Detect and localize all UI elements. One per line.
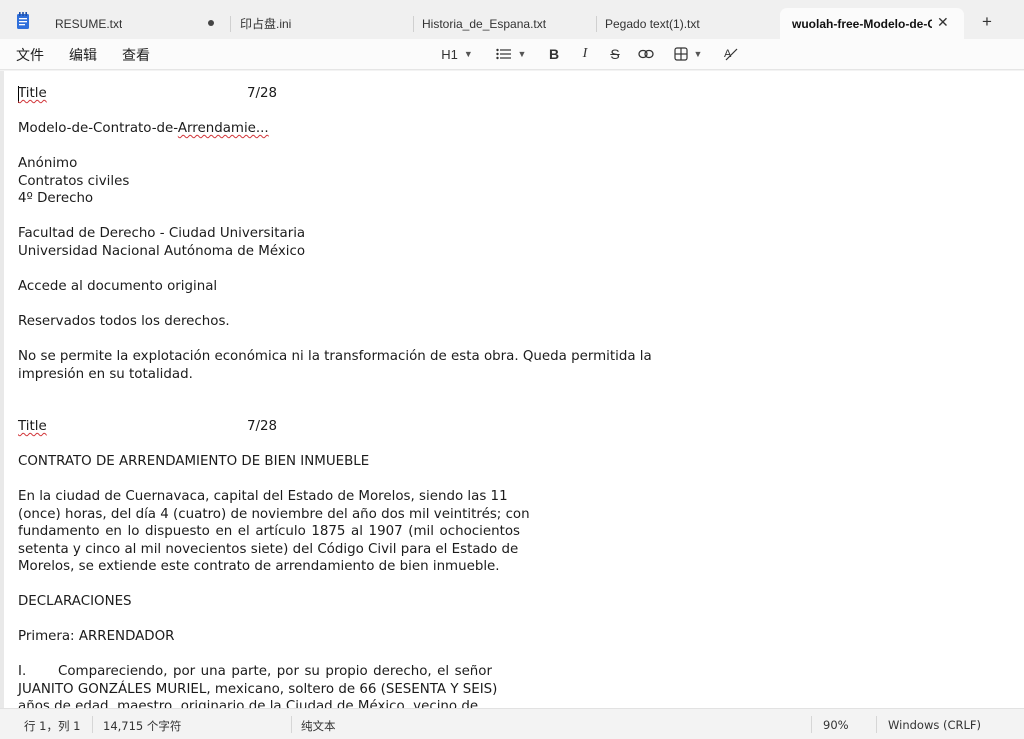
doc-line: Compareciendo, por una parte, por su pro…	[58, 664, 492, 679]
doc-line: DECLARACIONES	[18, 594, 132, 609]
list-dropdown[interactable]: ▼	[492, 43, 530, 65]
tab-label: 印占盘.ini	[240, 17, 292, 31]
doc-line: Facultad de Derecho - Ciudad Universitar…	[18, 226, 306, 241]
menu-edit[interactable]: 编辑	[69, 45, 97, 65]
menu-view[interactable]: 查看	[122, 45, 150, 65]
doc-line: En la ciudad de Cuernavaca, capital del …	[18, 489, 508, 504]
doc-line: I.	[18, 664, 27, 679]
doc-line: (once) horas, del día 4 (cuatro) de novi…	[18, 507, 530, 522]
line-ending[interactable]: Windows (CRLF)	[888, 718, 981, 732]
doc-line: JUANITO GONZÁLES MURIEL, mexicano, solte…	[18, 682, 498, 697]
tab-label: wuolah-free-Modelo-de-C	[792, 16, 932, 31]
bold-button[interactable]: B	[544, 43, 564, 65]
new-tab-button[interactable]: +	[976, 11, 998, 33]
zoom-level[interactable]: 90%	[823, 718, 849, 732]
tab-strip: RESUME.txt 印占盘.ini Historia_de_Espana.tx…	[0, 0, 1024, 39]
doc-line: Morelos, se extiende este contrato de ar…	[18, 559, 500, 574]
spellcheck-word: Title	[18, 419, 47, 434]
link-button[interactable]	[636, 43, 656, 65]
doc-line: Title	[18, 86, 47, 101]
doc-line: Title	[18, 419, 47, 434]
doc-line: Universidad Nacional Autónoma de México	[18, 244, 306, 259]
status-bar: 行 1，列 1 14,715 个字符 纯文本 90% Windows (CRLF…	[0, 708, 1024, 739]
tab-resume[interactable]: RESUME.txt	[43, 8, 229, 39]
cursor-position[interactable]: 行 1，列 1	[24, 718, 80, 734]
strikethrough-button[interactable]: S	[605, 43, 625, 65]
doc-line: fundamento en lo dispuesto en el artícul…	[18, 524, 520, 539]
doc-line: No se permite la explotación económica n…	[18, 349, 652, 364]
doc-line: impresión en su totalidad.	[18, 367, 193, 382]
format-indicator[interactable]: 纯文本	[301, 718, 336, 734]
link-icon	[638, 49, 654, 59]
heading-dropdown[interactable]: H1 ▼	[437, 43, 477, 65]
tab-ini[interactable]: 印占盘.ini	[228, 8, 413, 39]
table-icon	[673, 47, 688, 61]
clear-formatting-icon: A	[724, 48, 738, 61]
chevron-down-icon: ▼	[693, 49, 703, 59]
doc-line: Contratos civiles	[18, 174, 130, 189]
status-divider	[876, 716, 877, 733]
menu-toolbar: 文件 编辑 查看 H1 ▼ ▼ B I S ▼ A	[0, 39, 1024, 70]
clear-format-button[interactable]: A	[720, 43, 742, 65]
italic-button[interactable]: I	[575, 43, 595, 65]
status-divider	[291, 716, 292, 733]
doc-line: Primera: ARRENDADOR	[18, 629, 175, 644]
spellcheck-word: Title	[18, 86, 47, 101]
doc-line: años de edad, maestro, originario de la …	[18, 699, 479, 708]
list-icon	[495, 48, 511, 60]
page-number: 7/28	[247, 86, 278, 101]
chevron-down-icon: ▼	[517, 49, 527, 59]
doc-line: setenta y cinco al mil novecientos siete…	[18, 542, 519, 557]
doc-line: Anónimo	[18, 156, 78, 171]
tab-wuolah-active[interactable]: wuolah-free-Modelo-de-C ✕	[780, 8, 964, 39]
tab-label: Historia_de_Espana.txt	[422, 16, 547, 31]
doc-text: Modelo-de-Contrato-de-	[18, 121, 178, 136]
unsaved-dot-icon	[208, 20, 214, 26]
window-edge	[0, 71, 4, 708]
tab-label: RESUME.txt	[55, 16, 123, 31]
tab-historia[interactable]: Historia_de_Espana.txt	[410, 8, 595, 39]
doc-line: 4º Derecho	[18, 191, 94, 206]
page-number: 7/28	[247, 419, 278, 434]
status-divider	[92, 716, 93, 733]
table-dropdown[interactable]: ▼	[669, 43, 707, 65]
chevron-down-icon: ▼	[463, 49, 473, 59]
tab-label: Pegado text(1).txt	[605, 16, 700, 31]
char-count: 14,715 个字符	[103, 719, 182, 733]
notepad-app-icon	[17, 12, 29, 29]
doc-line: Reservados todos los derechos.	[18, 314, 230, 329]
close-tab-icon[interactable]: ✕	[937, 14, 949, 31]
doc-line: CONTRATO DE ARRENDAMIENTO DE BIEN INMUEB…	[18, 454, 370, 469]
text-editor[interactable]: Title 7/28 Modelo-de-Contrato-de-Arrenda…	[0, 71, 1024, 708]
status-divider	[811, 716, 812, 733]
tab-pegado[interactable]: Pegado text(1).txt	[593, 8, 778, 39]
doc-line: Accede al documento original	[18, 279, 218, 294]
doc-line: Modelo-de-Contrato-de-Arrendamie...	[18, 121, 269, 136]
heading-label: H1	[441, 46, 458, 62]
spellcheck-word: Arrendamie...	[177, 121, 269, 136]
menu-file[interactable]: 文件	[16, 45, 44, 65]
